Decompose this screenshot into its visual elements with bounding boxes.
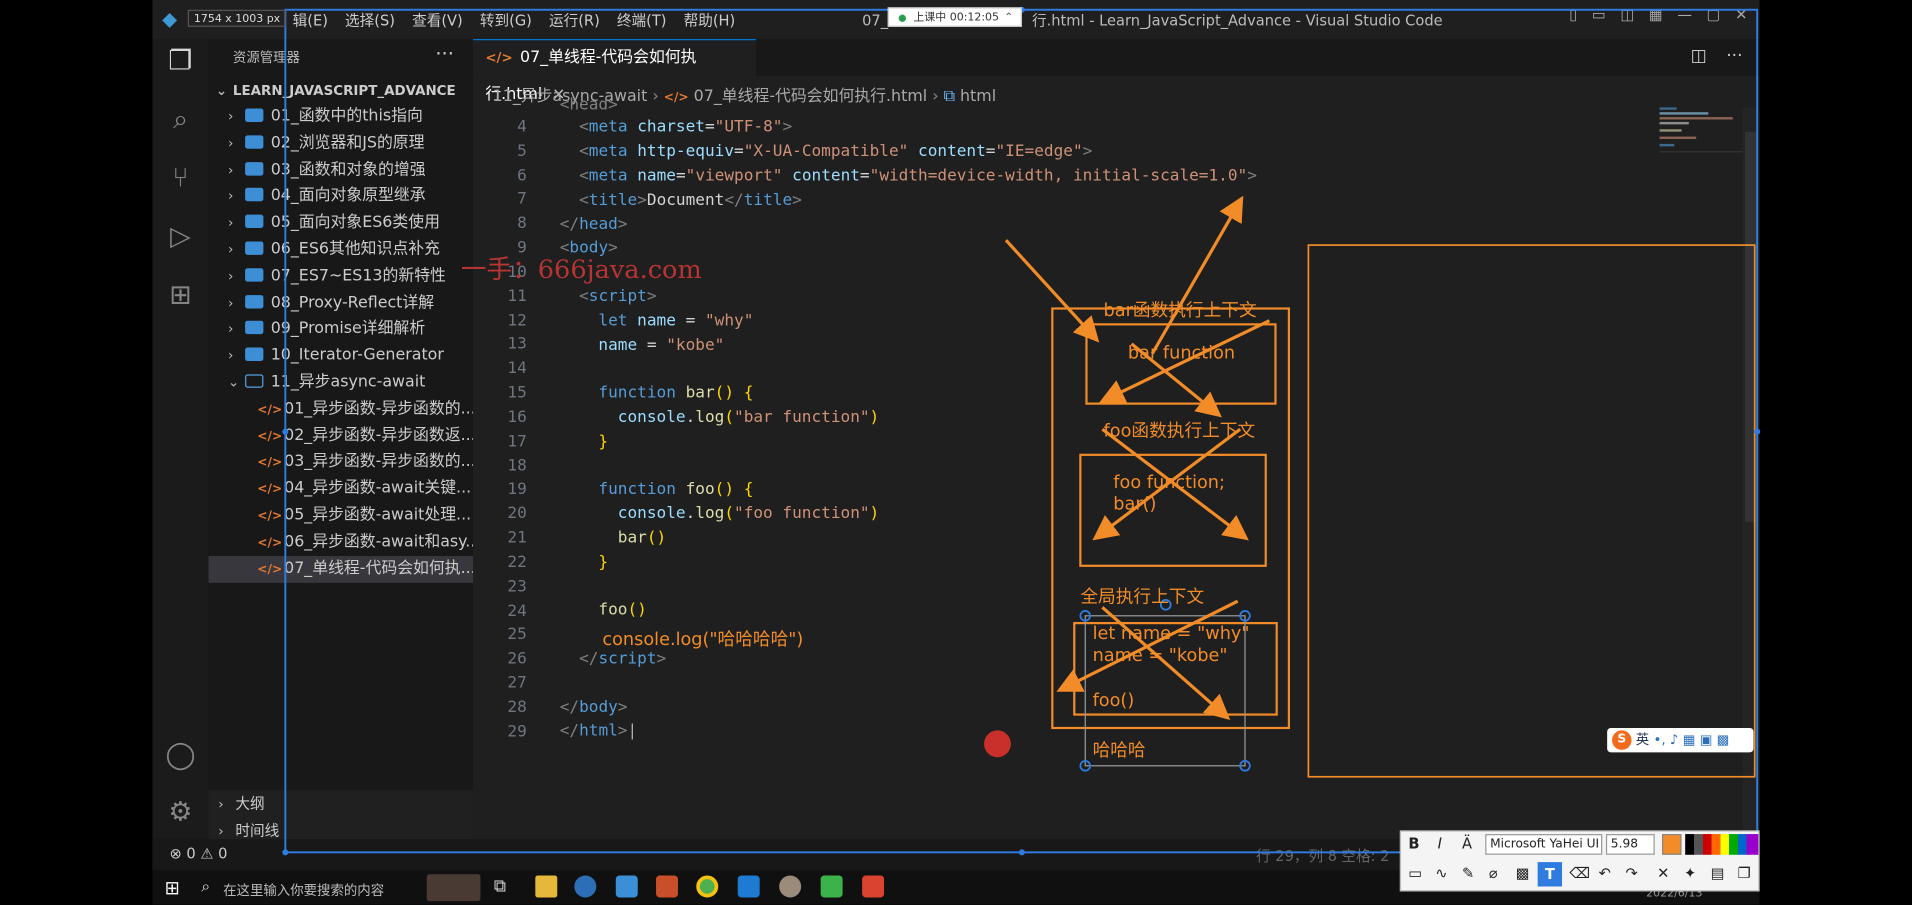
sogou-logo-icon: S <box>1612 730 1632 750</box>
ime-toolbar[interactable]: S 英 •, ♪ ▦ ▣ ▩ <box>1607 727 1754 753</box>
close-icon[interactable]: ✕ <box>1657 865 1669 882</box>
bar-context-label: bar函数执行上下文 <box>1103 301 1257 321</box>
foo-context-label: foo函数执行上下文 <box>1103 421 1256 442</box>
frame-handle[interactable] <box>1754 428 1761 435</box>
eraser-tool-icon[interactable]: ⌫ <box>1569 865 1590 882</box>
font-effect-icon[interactable]: Ä <box>1462 835 1472 852</box>
global-text-3: foo() <box>1092 691 1135 711</box>
color-palette[interactable] <box>1685 834 1759 855</box>
bar-box-text: bar function <box>1127 343 1236 364</box>
annotation-toolbar: B I Ä Microsoft YaHei UI 5.98 ▭ ∿ ✎ ⌀ ▩ … <box>1399 830 1761 892</box>
copy-icon[interactable]: ❐ <box>1738 865 1751 882</box>
foo-box-text-2: bar() <box>1113 495 1157 515</box>
frame-handle[interactable] <box>282 428 289 435</box>
screen: ◆ 辑(E) 选择(S) 查看(V) 转到(G) 运行(R) 终端(T) 帮助(… <box>0 0 1912 905</box>
arrow-line <box>1150 195 1244 355</box>
timer-label: 上课中 00:12:05 <box>913 12 1000 25</box>
arrow-line <box>1056 599 1239 692</box>
recording-status-icon <box>898 14 907 22</box>
recording-timer: 上课中 00:12:05 ⌃ <box>887 7 1022 29</box>
scratch-area-box <box>1307 244 1756 778</box>
line-tool-icon[interactable]: ∿ <box>1435 865 1447 882</box>
undo-icon[interactable]: ↶ <box>1599 865 1611 882</box>
global-text-1: let name = "why" <box>1092 624 1250 644</box>
rect-tool-icon[interactable]: ▭ <box>1408 865 1422 882</box>
code-annotation-text: console.log("哈哈哈哈") <box>602 630 804 650</box>
global-context-label: 全局执行上下文 <box>1080 587 1205 608</box>
draw-tools-row: ▭ ∿ ✎ ⌀ ▩ T ⌫ ↶ ↷ ✕ ✦ ▤ ❐ <box>1401 861 1761 890</box>
text-style-row: B I Ä Microsoft YaHei UI 5.98 <box>1401 832 1761 859</box>
bold-button[interactable]: B <box>1408 835 1419 852</box>
ime-tools-icons[interactable]: •, ♪ ▦ ▣ ▩ <box>1653 732 1729 748</box>
pin-icon[interactable]: ✦ <box>1684 865 1696 882</box>
current-color-swatch[interactable] <box>1662 834 1682 855</box>
foo-context-box <box>1079 453 1267 567</box>
marker-tool-icon[interactable]: ⌀ <box>1489 865 1498 882</box>
pen-tool-icon[interactable]: ✎ <box>1462 865 1474 882</box>
global-text-2: name = "kobe" <box>1092 646 1228 666</box>
record-button[interactable] <box>984 730 1011 758</box>
redo-icon[interactable]: ↷ <box>1625 865 1637 882</box>
text-tool-icon[interactable]: T <box>1537 862 1563 887</box>
mosaic-tool-icon[interactable]: ▩ <box>1516 865 1530 882</box>
frame-handle[interactable] <box>1018 849 1025 856</box>
dimension-readout: 1754 x 1003 px <box>187 9 286 27</box>
arrow-line <box>1004 239 1100 343</box>
ime-mode[interactable]: 英 <box>1636 732 1649 748</box>
capture-selection-frame[interactable] <box>284 8 1759 854</box>
typed-annotation-text[interactable]: 哈哈哈 <box>1093 737 1146 763</box>
frame-handle[interactable] <box>282 849 289 856</box>
italic-button[interactable]: I <box>1438 835 1442 852</box>
foo-box-text-1: foo function; <box>1113 473 1225 493</box>
font-select[interactable]: Microsoft YaHei UI <box>1485 834 1603 855</box>
annotation-layer <box>282 6 1761 856</box>
chevron-up-icon[interactable]: ⌃ <box>1004 9 1013 29</box>
watermark: 一手：666java.com <box>460 254 702 285</box>
font-size-select[interactable]: 5.98 <box>1605 834 1655 855</box>
save-icon[interactable]: ▤ <box>1711 865 1725 882</box>
